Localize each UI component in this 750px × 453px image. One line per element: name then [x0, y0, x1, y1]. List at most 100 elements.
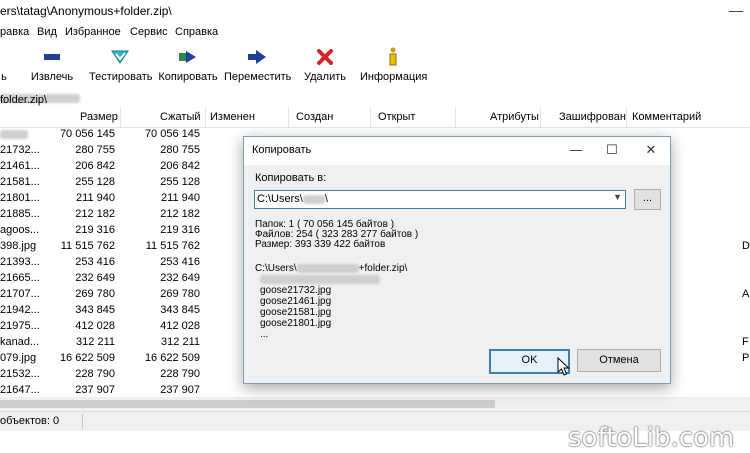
horizontal-scrollbar[interactable]: [0, 397, 750, 411]
file-name: agoos...: [0, 224, 40, 236]
col-packed[interactable]: Сжатый: [160, 111, 201, 123]
file-size: 16 622 509: [59, 352, 115, 364]
file-name: 21647...: [0, 384, 40, 396]
file-size: 228 790: [75, 368, 115, 380]
size-info: Размер: 393 339 422 байтов: [255, 239, 386, 250]
redacted-text: [296, 263, 359, 273]
window-title: ers\tatag\Anonymous+folder.zip\: [0, 4, 172, 18]
col-modified[interactable]: Изменен: [210, 111, 255, 123]
column-divider[interactable]: [120, 108, 121, 127]
minimize-button[interactable]: —: [722, 2, 750, 20]
file-size: 269 780: [75, 288, 115, 300]
menu-favorites[interactable]: Избранное: [65, 26, 121, 38]
copy-button[interactable]: Копировать: [157, 46, 219, 83]
chevron-down-icon[interactable]: ▼: [613, 192, 622, 202]
list-item: goose21461.jpg: [260, 296, 332, 307]
test-icon: [89, 46, 151, 68]
file-size: 212 182: [75, 208, 115, 220]
test-button[interactable]: Тестировать: [89, 46, 153, 83]
dialog-minimize-button[interactable]: —: [566, 142, 586, 157]
info-icon: [360, 46, 426, 68]
add-label: ь: [1, 71, 7, 83]
file-packed: 412 028: [160, 320, 200, 332]
menu-help[interactable]: Справка: [175, 26, 218, 38]
column-header: Размер Сжатый Изменен Создан Открыт Атри…: [0, 108, 750, 128]
menu-tools[interactable]: Сервис: [130, 26, 168, 38]
browse-button[interactable]: ...: [634, 189, 661, 210]
dialog-maximize-button[interactable]: ☐: [602, 142, 622, 158]
file-packed: 237 907: [160, 384, 200, 396]
dialog-body: Копировать в: C:\Users\ \ ▼ ... Папок: 1 …: [244, 165, 670, 383]
file-size: 70 056 145: [59, 128, 115, 140]
test-label: Тестировать: [89, 71, 153, 83]
column-divider[interactable]: [540, 108, 541, 127]
address-bar[interactable]: C:\Users\folder.zip\: [0, 88, 750, 109]
toolbar: ь Извлечь Тестировать Копировать Перемес…: [0, 42, 750, 89]
col-comment[interactable]: Комментарий: [632, 111, 701, 123]
col-attributes[interactable]: Атрибуты: [490, 111, 539, 123]
extract-icon: [28, 46, 76, 68]
scrollbar-thumb[interactable]: [0, 400, 495, 408]
file-size: 253 416: [75, 256, 115, 268]
file-name: 079.jpg: [0, 352, 37, 364]
dialog-title: Копировать: [252, 144, 312, 156]
source-prefix: C:\Users\: [255, 263, 297, 274]
column-divider[interactable]: [626, 108, 627, 127]
dialog-close-button[interactable]: ✕: [641, 142, 661, 158]
file-size: 219 316: [75, 224, 115, 236]
file-name: [0, 128, 28, 140]
move-button[interactable]: Переместить: [224, 46, 292, 83]
copy-icon: [157, 46, 219, 68]
file-name: 21885...: [0, 208, 40, 220]
row-edge-text: A: [742, 288, 750, 300]
destination-path-combobox[interactable]: C:\Users\ \ ▼: [254, 190, 626, 209]
file-name: 21581...: [0, 176, 40, 188]
column-divider[interactable]: [455, 108, 456, 127]
file-packed: 11 515 762: [145, 240, 200, 252]
col-size[interactable]: Размер: [80, 111, 118, 123]
copy-dialog: Копировать — ☐ ✕ Копировать в: C:\Users\…: [243, 136, 671, 384]
file-packed: 16 622 509: [144, 352, 200, 364]
col-created[interactable]: Создан: [296, 111, 333, 123]
file-packed: 228 790: [160, 368, 200, 380]
source-suffix: +folder.zip\: [358, 263, 408, 274]
add-icon: [0, 46, 8, 68]
file-size: 412 028: [75, 320, 115, 332]
file-size: 312 211: [76, 336, 115, 348]
extract-button[interactable]: Извлечь: [28, 46, 76, 83]
file-packed: 212 182: [160, 208, 200, 220]
file-packed: 269 780: [160, 288, 200, 300]
column-divider[interactable]: [370, 108, 371, 127]
address-suffix: folder.zip\: [0, 94, 48, 106]
move-icon: [224, 46, 290, 68]
dialog-title-bar[interactable]: Копировать — ☐ ✕: [244, 137, 670, 165]
cancel-button[interactable]: Отмена: [577, 349, 661, 372]
col-encrypted[interactable]: Зашифрован: [559, 111, 626, 123]
extract-label: Извлечь: [30, 71, 74, 83]
menu-edit[interactable]: равка: [0, 26, 29, 38]
delete-label: Удалить: [304, 71, 346, 83]
file-packed: 206 842: [160, 160, 200, 172]
list-item: goose21801.jpg: [260, 318, 332, 329]
file-packed: 312 211: [161, 336, 200, 348]
file-name: 21801...: [0, 192, 40, 204]
add-button[interactable]: ь: [0, 46, 8, 83]
col-accessed[interactable]: Открыт: [378, 111, 415, 123]
delete-button[interactable]: Удалить: [303, 46, 347, 83]
move-label: Переместить: [224, 71, 292, 83]
copy-to-label: Копировать в:: [255, 172, 327, 184]
info-button[interactable]: Информация: [360, 46, 427, 83]
source-subfolder: [260, 274, 380, 285]
destination-path-text: C:\Users\ \: [257, 193, 328, 205]
file-size: 255 128: [75, 176, 115, 188]
column-divider[interactable]: [288, 108, 289, 127]
menu-bar: равка Вид Избранное Сервис Справка: [0, 22, 750, 42]
column-divider[interactable]: [205, 108, 206, 127]
file-packed: 219 316: [160, 224, 200, 236]
file-name: kanad...: [0, 336, 40, 348]
list-item: goose21581.jpg: [260, 307, 332, 318]
file-name: 21461...: [0, 160, 40, 172]
file-size: 11 515 762: [60, 240, 115, 252]
menu-view[interactable]: Вид: [37, 26, 57, 38]
file-packed: 343 845: [160, 304, 200, 316]
